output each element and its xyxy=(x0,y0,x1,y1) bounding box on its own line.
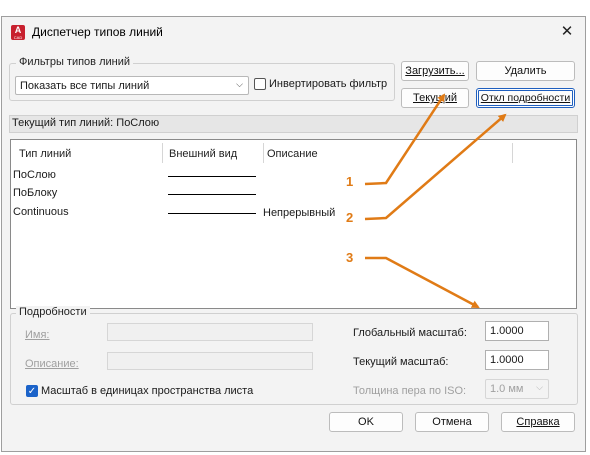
callout-arrow-2 xyxy=(364,113,507,221)
callout-arrows xyxy=(364,93,507,309)
callout-arrow-3 xyxy=(365,256,480,309)
callout-arrow-1 xyxy=(364,93,446,186)
